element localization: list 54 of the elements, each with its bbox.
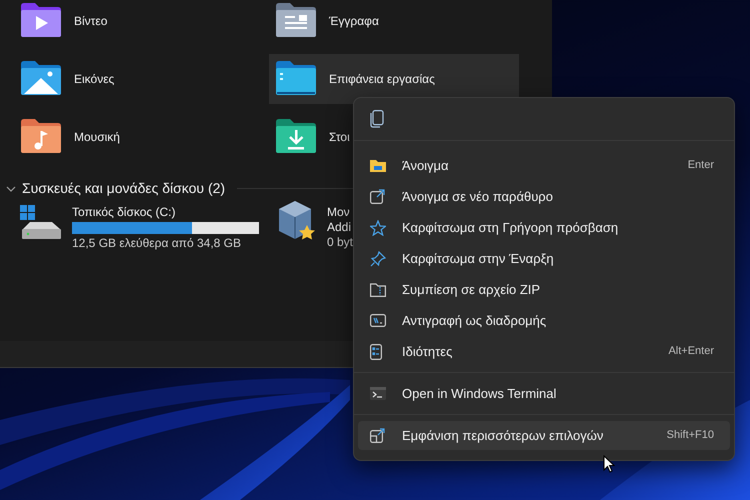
- shortcut-text: Shift+F10: [666, 428, 714, 444]
- path-icon: [370, 314, 386, 327]
- folder-tile[interactable]: Εικόνες: [14, 54, 264, 104]
- menu-item[interactable]: Καρφίτσωμα στη Γρήγορη πρόσβαση: [358, 213, 730, 242]
- menu-item-label: Καρφίτσωμα στην Έναρξη: [402, 250, 555, 268]
- new-window-icon: [370, 189, 385, 204]
- folder-name: Επιφάνεια εργασίας: [329, 71, 435, 88]
- properties-icon: [370, 344, 382, 360]
- zip-folder-icon: [370, 282, 386, 296]
- picture-folder-icon: [20, 60, 62, 96]
- menu-item-label: Εμφάνιση περισσότερων επιλογών: [402, 426, 604, 445]
- menu-item[interactable]: Εμφάνιση περισσότερων επιλογών Shift+F10: [358, 421, 730, 450]
- folder-tile[interactable]: Βίντεο: [14, 0, 264, 46]
- film-folder-icon: [20, 2, 62, 38]
- folder-tile[interactable]: Επιφάνεια εργασίας: [269, 54, 519, 104]
- drive-name: Μον: [327, 205, 351, 220]
- free-space-text: 12,5 GB ελεύθερα από 34,8 GB: [72, 236, 242, 251]
- folder-icon: [370, 158, 386, 172]
- shortcut-text: Enter: [688, 158, 714, 174]
- menu-item[interactable]: Καρφίτσωμα στην Έναρξη: [358, 244, 730, 273]
- menu-item[interactable]: Ιδιότητες Alt+Enter: [358, 337, 730, 366]
- terminal-icon: [370, 387, 386, 400]
- menu-item[interactable]: Αντιγραφή ως διαδρομής: [358, 306, 730, 335]
- menu-item-label: Ιδιότητες: [402, 342, 454, 361]
- menu-item-label: Καρφίτσωμα στη Γρήγορη πρόσβαση: [402, 218, 620, 237]
- pin-icon: [370, 250, 386, 266]
- desktop-folder-icon: [275, 60, 317, 96]
- menu-item-label: Αντιγραφή ως διαδρομής: [402, 312, 548, 330]
- drive-label: Addi: [327, 220, 352, 235]
- folder-name: Έγγραφα: [329, 13, 379, 30]
- expand-icon: [370, 428, 385, 443]
- drive-name: Τοπικός δίσκος (C:): [72, 205, 176, 220]
- folder-name: Βίντεο: [74, 13, 108, 30]
- document-folder-icon: [275, 2, 317, 38]
- menu-item[interactable]: Συμπίεση σε αρχείο ZIP: [358, 275, 730, 304]
- shortcut-text: Alt+Enter: [668, 344, 714, 360]
- folder-name: Μουσική: [74, 129, 120, 146]
- cursor-icon: [603, 455, 615, 473]
- chevron-icon[interactable]: [6, 184, 16, 194]
- folder-name: Εικόνες: [74, 71, 114, 88]
- folder-name: Στοι: [329, 129, 350, 146]
- folder-tile[interactable]: Μουσική: [14, 112, 264, 162]
- menu-item[interactable]: Open in Windows Terminal: [358, 379, 730, 408]
- download-folder-icon: [275, 118, 317, 154]
- section-heading: Συσκευές και μονάδες δίσκου (2): [22, 179, 226, 198]
- copy-icon[interactable]: [370, 110, 384, 128]
- menu-item-label: Άνοιγμα σε νέο παράθυρο: [402, 188, 554, 206]
- menu-item[interactable]: Άνοιγμα σε νέο παράθυρο: [358, 182, 730, 211]
- menu-item-label: Open in Windows Terminal: [402, 384, 558, 403]
- music-folder-icon: [20, 118, 62, 154]
- star-icon: [370, 220, 386, 236]
- free-space-text: 0 byt: [327, 235, 354, 250]
- menu-item-label: Συμπίεση σε αρχείο ZIP: [402, 280, 542, 299]
- folder-tile[interactable]: Έγγραφα: [269, 0, 519, 46]
